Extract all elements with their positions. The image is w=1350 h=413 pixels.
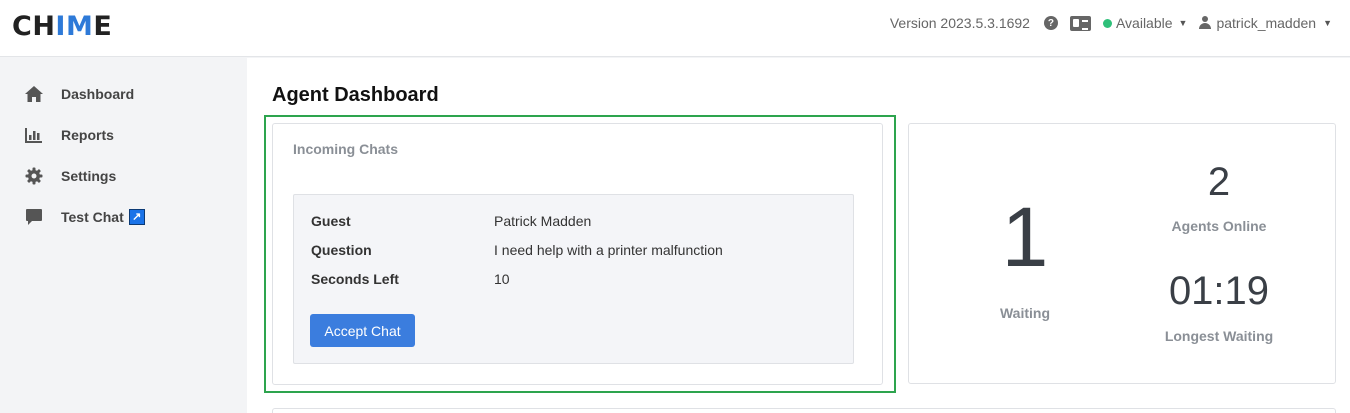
status-label: Available (1115, 15, 1173, 31)
longest-waiting-time: 01:19 (1168, 269, 1270, 313)
bar-chart-icon (24, 125, 44, 145)
sidebar-item-label: Test Chat (61, 209, 124, 225)
sidebar-item-test-chat[interactable]: Test Chat ↗ (24, 206, 145, 228)
external-link-icon[interactable]: ↗ (128, 209, 145, 225)
agents-online-count: 2 (1207, 160, 1231, 204)
chime-logo[interactable]: CHIME (12, 11, 112, 42)
stats-card: 1 Waiting 2 Agents Online 01:19 Longest … (908, 123, 1336, 384)
sidebar-item-dashboard[interactable]: Dashboard (24, 83, 134, 105)
chevron-down-icon: ▼ (1178, 18, 1188, 28)
sidebar-item-settings[interactable]: Settings (24, 165, 116, 187)
guest-label: Guest (311, 213, 351, 229)
page-title: Agent Dashboard (272, 84, 439, 106)
incoming-chat-item: Guest Patrick Madden Question I need hel… (293, 194, 854, 364)
sidebar-item-reports[interactable]: Reports (24, 124, 114, 146)
secondary-card (272, 408, 1336, 413)
sidebar-item-label: Settings (61, 168, 117, 184)
user-icon (1199, 16, 1212, 30)
guest-value: Patrick Madden (494, 213, 592, 229)
status-dot-icon (1102, 18, 1112, 28)
accept-chat-button[interactable]: Accept Chat (310, 314, 415, 347)
user-menu[interactable]: patrick_madden ▼ (1199, 15, 1332, 31)
help-icon[interactable]: ? (1043, 16, 1058, 30)
sidebar-item-label: Reports (61, 127, 114, 143)
incoming-chats-title: Incoming Chats (293, 141, 399, 157)
incoming-chats-card: Incoming Chats Guest Patrick Madden Ques… (272, 123, 883, 385)
waiting-label: Waiting (999, 305, 1051, 321)
question-label: Question (311, 242, 372, 258)
waiting-count: 1 (1001, 190, 1049, 284)
home-icon (24, 84, 44, 104)
chevron-down-icon: ▼ (1323, 18, 1332, 28)
seconds-left-label: Seconds Left (311, 271, 399, 287)
guest-row: Guest Patrick Madden (311, 213, 591, 229)
seconds-left-value: 10 (494, 271, 510, 287)
longest-waiting-label: Longest Waiting (1164, 328, 1274, 344)
status-dropdown[interactable]: Available ▼ (1102, 15, 1188, 31)
gear-icon (24, 166, 44, 186)
sidebar: Dashboard Reports Settings Test Chat ↗ (0, 58, 247, 413)
main-content: Agent Dashboard Incoming Chats Guest Pat… (247, 58, 1350, 413)
version-label: Version 2023.5.3.1692 (889, 15, 1030, 31)
chat-bubble-icon (24, 207, 44, 227)
question-row: Question I need help with a printer malf… (311, 242, 723, 258)
top-bar: CHIME Version 2023.5.3.1692 ? Available … (0, 0, 1350, 57)
username-label: patrick_madden (1216, 15, 1317, 31)
sidebar-item-label: Dashboard (61, 86, 135, 102)
question-value: I need help with a printer malfunction (494, 242, 723, 258)
agents-online-label: Agents Online (1171, 218, 1267, 234)
seconds-left-row: Seconds Left 10 (311, 271, 510, 287)
id-card-icon[interactable] (1069, 15, 1091, 31)
